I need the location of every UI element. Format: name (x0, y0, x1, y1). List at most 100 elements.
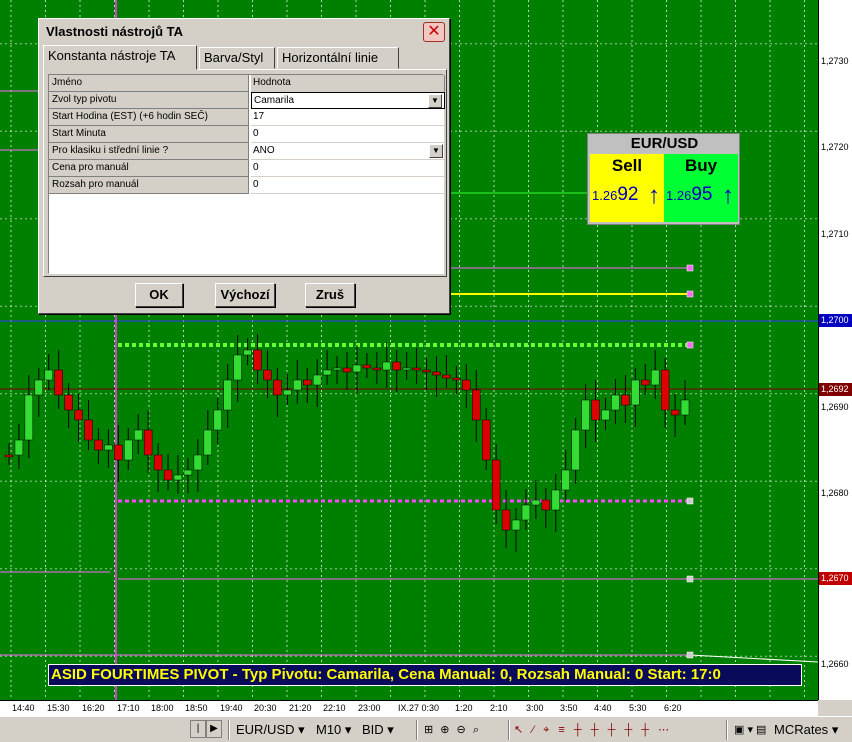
chevron-down-icon[interactable]: ▼ (429, 144, 443, 158)
dialog-title: Vlastnosti nástrojů TA (46, 24, 183, 39)
pricebox-symbol: EUR/USD (630, 135, 699, 152)
property-name: Start Hodina (EST) (+6 hodin SEČ) (49, 109, 249, 126)
property-name: Zvol typ pivotu (49, 92, 249, 109)
candle-body (472, 389, 481, 421)
price-tag: 1,2692 (819, 383, 852, 396)
candle-body (243, 349, 252, 356)
sell-button[interactable]: Sell 1.2692 ↑ (590, 154, 664, 222)
separator (508, 720, 510, 740)
candle-body (641, 379, 650, 386)
ta-properties-dialog: Vlastnosti nástrojů TA ✕ Konstanta nástr… (38, 18, 450, 314)
candle-body (422, 369, 431, 373)
candle-body (24, 394, 34, 441)
chevron-down-icon: ▾ (831, 722, 839, 737)
candle-body (372, 367, 382, 371)
y-tick: 1,2720 (821, 142, 849, 152)
property-row: Pro klasiku i střední linie ? ANO ▼ (49, 143, 445, 160)
drawing-tools[interactable]: ↖ ⁄ ⌖ ≡ ┼ ┼ ┼ ┼ ┼ ⋯ (514, 721, 672, 739)
candle-body (283, 389, 292, 396)
level-marker (686, 264, 694, 272)
property-value: Camarila (254, 95, 295, 106)
price-type-label: BID (362, 722, 384, 737)
candle-body (611, 394, 620, 411)
x-tick: 3:50 (560, 703, 578, 713)
scroll-right-button[interactable]: ▶ (206, 720, 222, 738)
start-minute-field[interactable]: 0 (251, 126, 445, 143)
cancel-button[interactable]: Zruš (305, 283, 355, 307)
ok-button[interactable]: OK (135, 283, 183, 307)
candle-body (442, 374, 451, 379)
price-axis[interactable]: 1,2730 1,2720 1,2710 1,2690 1,2680 1,266… (818, 0, 852, 700)
candle-body (412, 367, 421, 371)
grid-header: Jméno Hodnota (49, 75, 445, 92)
candle-body (4, 454, 14, 458)
candle-body (322, 369, 332, 376)
start-hour-field[interactable]: 17 (251, 109, 445, 126)
rates-select[interactable]: MCRates ▾ (774, 721, 838, 739)
level-marker (686, 651, 694, 659)
property-row: Start Minuta 0 (49, 126, 445, 143)
arrow-up-icon: ↑ (722, 182, 734, 209)
export-tools[interactable]: ▣ ▾ ▤ (734, 721, 766, 739)
candle-body (153, 454, 163, 471)
candle-body (452, 377, 461, 381)
bottom-toolbar: | ▶ EUR/USD ▾ M10 ▾ BID ▾ ⊞ ⊕ ⊖ ⌕ ↖ ⁄ ⌖ … (0, 716, 852, 742)
candle-body (511, 519, 521, 531)
zoom-tools[interactable]: ⊞ ⊕ ⊖ ⌕ (424, 721, 481, 739)
x-tick: 22:10 (323, 703, 346, 713)
candle-body (14, 439, 24, 456)
chevron-down-icon[interactable]: ▼ (428, 94, 442, 108)
candle-body (432, 371, 441, 376)
buy-button[interactable]: Buy 1.2695 ↑ (664, 154, 738, 222)
symbol-label: EUR/USD (236, 722, 295, 737)
close-icon[interactable]: ✕ (423, 22, 445, 42)
property-row: Start Hodina (EST) (+6 hodin SEČ) 17 (49, 109, 445, 126)
pivot-type-select[interactable]: Camarila ▼ (251, 92, 445, 109)
candle-body (104, 444, 113, 451)
time-axis[interactable]: 14:40 15:30 16:20 17:10 18:00 18:50 19:4… (0, 700, 818, 716)
candle-body (223, 379, 232, 411)
candle-body (203, 429, 213, 456)
x-tick: 20:30 (254, 703, 277, 713)
buy-price-prefix: 1.26 (666, 188, 692, 203)
candle-body (501, 509, 511, 531)
candle-body (193, 454, 203, 471)
x-tick: 18:50 (185, 703, 208, 713)
candle-body (233, 354, 242, 381)
candle-body (462, 379, 471, 391)
chevron-down-icon: ▾ (344, 722, 352, 737)
x-tick: 19:40 (220, 703, 243, 713)
tab-constants[interactable]: Konstanta nástroje TA (43, 45, 197, 70)
classic-lines-select[interactable]: ANO ▼ (251, 143, 445, 160)
candle-body (273, 379, 282, 396)
candle-body (392, 361, 401, 371)
price-type-select[interactable]: BID ▾ (362, 721, 394, 739)
default-button[interactable]: Výchozí (215, 283, 275, 307)
symbol-select[interactable]: EUR/USD ▾ (236, 721, 305, 739)
timeframe-select[interactable]: M10 ▾ (316, 721, 351, 739)
candle-body (382, 361, 391, 371)
tab-color-style[interactable]: Barva/Styl (199, 47, 275, 69)
y-tick: 1,2690 (821, 402, 849, 412)
manual-price-field[interactable]: 0 (251, 160, 445, 177)
scroll-left-button[interactable]: | (190, 720, 206, 738)
candle-body (253, 349, 262, 371)
manual-range-field[interactable]: 0 (251, 177, 445, 194)
candle-body (64, 394, 73, 411)
candle-body (601, 409, 610, 421)
candle-body (173, 474, 183, 481)
candle-body (94, 439, 103, 451)
candle-body (481, 419, 491, 461)
candle-body (581, 399, 590, 431)
tab-horizontal-lines[interactable]: Horizontální linie (277, 47, 399, 69)
arrow-up-icon: ↑ (648, 182, 660, 209)
property-row: Rozsah pro manuál 0 (49, 177, 445, 194)
price-box: EUR/USD Sell 1.2692 ↑ Buy 1.2695 ↑ (587, 133, 740, 225)
x-tick: 2:10 (490, 703, 508, 713)
separator (726, 720, 728, 740)
candle-body (332, 367, 342, 371)
candle-body (660, 369, 670, 411)
candle-body (114, 444, 123, 461)
candle-body (124, 439, 133, 461)
timeframe-label: M10 (316, 722, 342, 737)
